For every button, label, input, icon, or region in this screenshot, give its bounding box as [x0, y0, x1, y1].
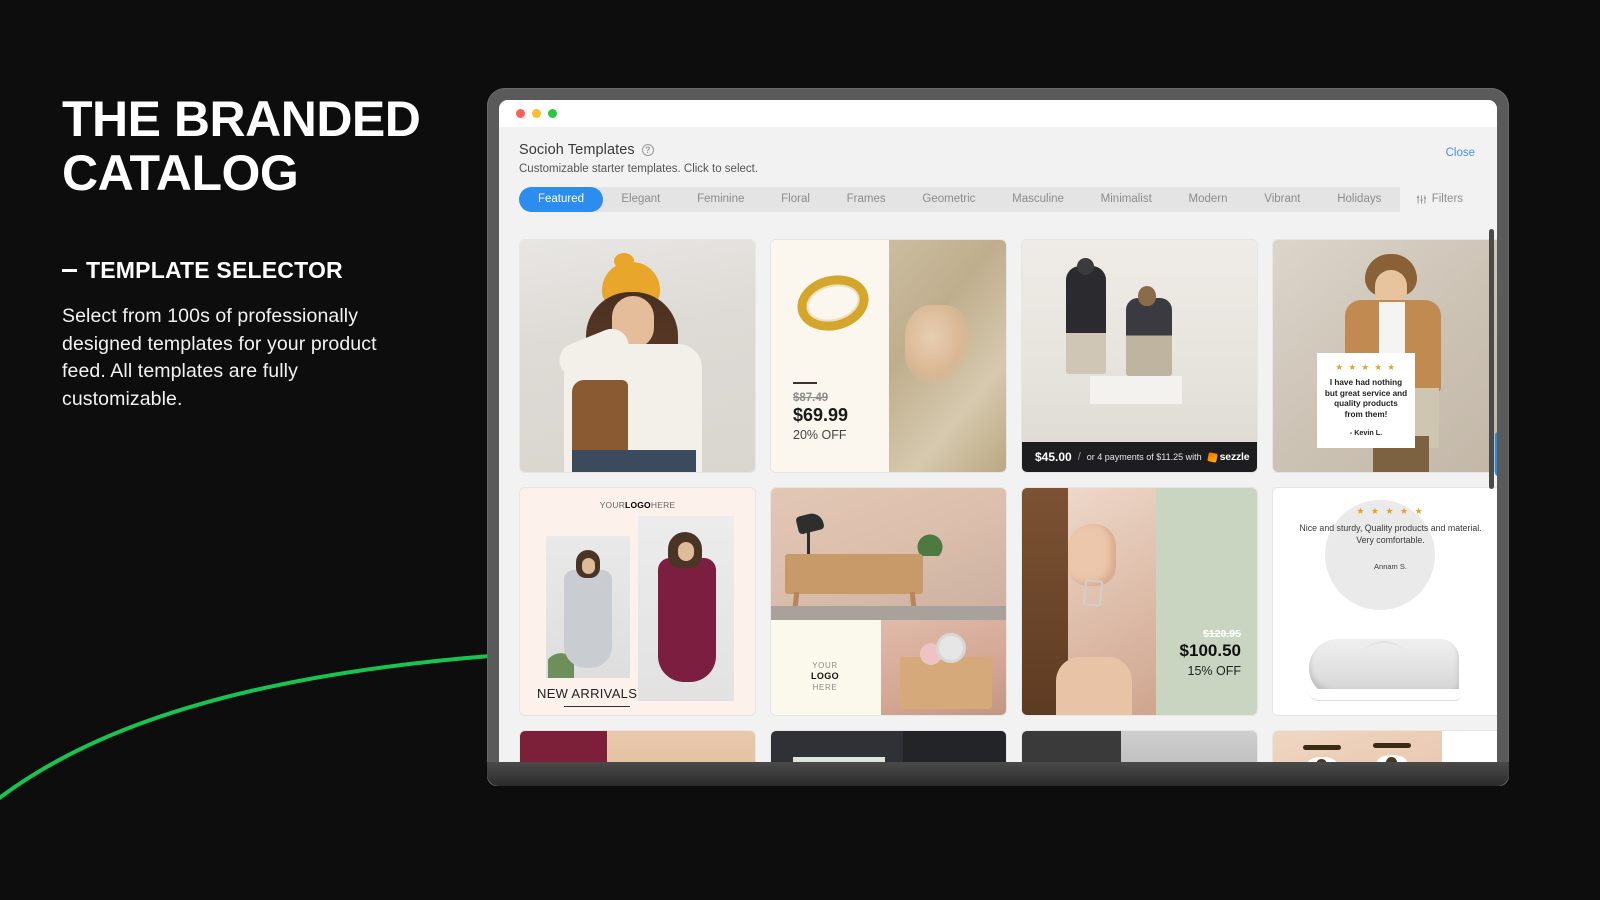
slide-body: Select from 100s of professionally desig… [62, 305, 377, 410]
slide-body-wrap: Select from 100s of professionally desig… [62, 303, 462, 413]
template-card[interactable]: $87.49 $69.99 20% OFF [770, 239, 1007, 473]
filters-label: Filters [1431, 193, 1464, 205]
tab-featured[interactable]: Featured [519, 187, 603, 212]
logo-line-1: YOUR [812, 661, 838, 670]
review-quote: Nice and sturdy, Quality products and ma… [1299, 523, 1482, 545]
new-arrivals-caption: NEW ARRIVALS [537, 686, 638, 701]
vertical-scrollbar[interactable] [1489, 229, 1494, 489]
template-grid: $87.49 $69.99 20% OFF $45.00 / or 4 paym… [499, 239, 1497, 786]
close-window-button[interactable] [516, 109, 525, 118]
old-price: $120.95 [1203, 628, 1241, 640]
tab-holidays[interactable]: Holidays [1319, 187, 1400, 212]
discount-badge: 15% OFF [1187, 664, 1242, 678]
dress-photo-grey [546, 536, 630, 678]
dress-photo-maroon [638, 516, 734, 701]
sale-price: $100.50 [1179, 641, 1241, 660]
desk-scene-photo [771, 488, 1006, 624]
template-card[interactable]: YOURLOGOHERE NEW ARRIVALS [519, 487, 756, 716]
app-title-row: Socioh Templates ? [519, 142, 1477, 158]
review-author: Annam S. [1374, 562, 1407, 571]
close-button[interactable]: Close [1446, 147, 1475, 159]
star-rating-icon: ★ ★ ★ ★ ★ [1335, 362, 1397, 372]
tab-minimalist[interactable]: Minimalist [1082, 187, 1170, 212]
template-grid-scroll[interactable]: $87.49 $69.99 20% OFF $45.00 / or 4 paym… [499, 239, 1497, 786]
minimize-window-button[interactable] [532, 109, 541, 118]
ring-lifestyle-photo [888, 240, 1006, 472]
template-card[interactable]: ★ ★ ★ ★ ★ Nice and sturdy, Quality produ… [1272, 487, 1497, 716]
device-frame: Socioh Templates ? Customizable starter … [487, 88, 1509, 786]
mirror-scene-photo [881, 619, 1006, 715]
app-subtitle: Customizable starter templates. Click to… [519, 163, 759, 175]
couple-lifestyle-photo [1022, 240, 1257, 472]
template-selector-app: Socioh Templates ? Customizable starter … [499, 127, 1497, 786]
price-rule [793, 382, 817, 384]
sezzle-amount: $45.00 [1035, 450, 1072, 464]
price-panel [1155, 488, 1257, 715]
logo-placeholder: YOURLOGOHERE [520, 500, 755, 510]
logo-panel: YOUR LOGO HERE [771, 619, 882, 715]
logo-word: LOGO [625, 500, 651, 510]
app-header: Socioh Templates ? Customizable starter … [499, 127, 1497, 175]
beanie-lifestyle-photo [520, 240, 755, 472]
kicker-dash-icon [62, 269, 77, 272]
tab-modern[interactable]: Modern [1170, 187, 1246, 212]
logo-placeholder: YOUR LOGO HERE [789, 660, 861, 693]
sezzle-logo: sezzle [1206, 451, 1250, 463]
tab-floral[interactable]: Floral [763, 187, 829, 212]
accent-curve-icon [0, 654, 492, 800]
help-launcher-badge[interactable]: ? ◖ [1495, 432, 1497, 476]
earring-photo [1022, 488, 1156, 715]
kicker-label: TEMPLATE SELECTOR [86, 257, 343, 283]
logo-prefix: YOUR [599, 500, 626, 510]
testimonial-author: - Kevin L. [1349, 428, 1383, 437]
question-mark-icon[interactable]: ? [641, 144, 654, 156]
device-base [487, 762, 1509, 786]
tab-geometric[interactable]: Geometric [904, 187, 994, 212]
testimonial-card: ★ ★ ★ ★ ★ I have had nothing but great s… [1317, 353, 1415, 448]
sezzle-terms: or 4 payments of $11.25 with [1086, 452, 1202, 462]
sezzle-wordmark: sezzle [1219, 451, 1250, 463]
template-card[interactable]: YOUR LOGO HERE [770, 487, 1007, 716]
page-title: THE BRANDED CATALOG [62, 91, 421, 201]
tab-frames[interactable]: Frames [828, 187, 904, 212]
caption-rule [564, 706, 630, 707]
sliders-icon [1416, 195, 1426, 204]
slide-kicker: TEMPLATE SELECTOR [62, 257, 462, 283]
sezzle-payment-bar: $45.00 / or 4 payments of $11.25 with se… [1022, 442, 1257, 472]
sezzle-divider: / [1077, 451, 1081, 463]
template-card[interactable] [519, 239, 756, 473]
logo-line-3: HERE [812, 683, 838, 692]
filters-button[interactable]: Filters [1399, 187, 1478, 212]
maximize-window-button[interactable] [548, 109, 557, 118]
slide-copy: THE BRANDED CATALOG TEMPLATE SELECTOR Se… [62, 92, 462, 413]
template-card[interactable]: ★ ★ ★ ★ ★ I have had nothing but great s… [1272, 239, 1497, 473]
browser-window: Socioh Templates ? Customizable starter … [499, 100, 1497, 786]
window-titlebar [499, 100, 1497, 127]
discount-badge: 20% OFF [793, 428, 847, 442]
logo-line-2: LOGO [810, 671, 840, 681]
sezzle-mark-icon [1206, 451, 1218, 463]
gold-ring-icon [791, 268, 875, 338]
logo-suffix: HERE [650, 500, 676, 510]
tab-feminine[interactable]: Feminine [679, 187, 763, 212]
slide-canvas: THE BRANDED CATALOG TEMPLATE SELECTOR Se… [0, 0, 1600, 900]
testimonial-quote: I have had nothing but great service and… [1324, 378, 1408, 419]
app-title: Socioh Templates [519, 142, 635, 158]
old-price: $87.49 [793, 392, 829, 404]
template-card[interactable]: $45.00 / or 4 payments of $11.25 with se… [1021, 239, 1258, 473]
tab-masculine[interactable]: Masculine [994, 187, 1083, 212]
sale-price: $69.99 [793, 405, 849, 425]
star-rating-icon: ★ ★ ★ ★ ★ [1356, 506, 1425, 516]
tab-vibrant[interactable]: Vibrant [1246, 187, 1319, 212]
category-tabbar: Featured Elegant Feminine Floral Frames … [519, 187, 1478, 212]
tab-elegant[interactable]: Elegant [603, 187, 679, 212]
template-card[interactable]: $120.95 $100.50 15% OFF [1021, 487, 1258, 716]
